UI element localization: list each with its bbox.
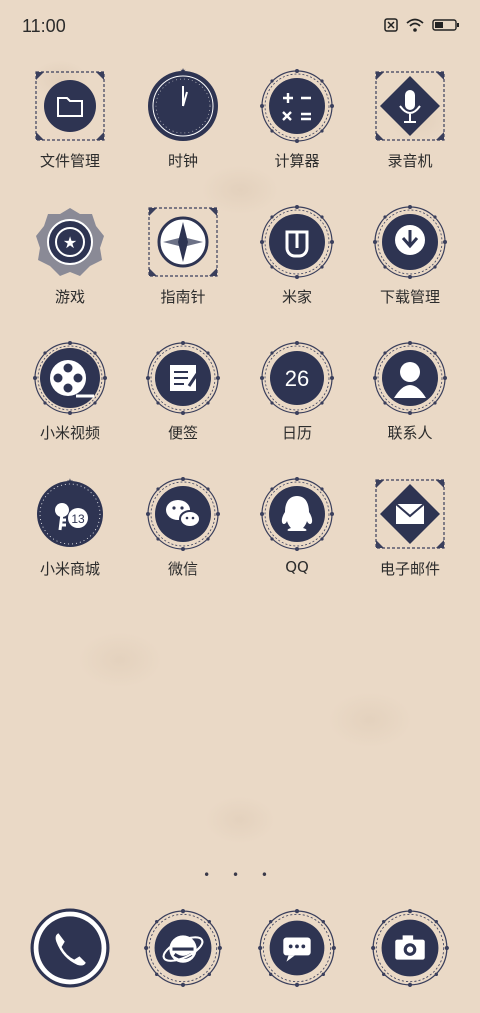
camera-icon (370, 908, 450, 988)
app-label: 录音机 (387, 152, 433, 170)
clock-icon: ★ (148, 68, 218, 141)
app-label: 微信 (167, 560, 198, 578)
svg-text:★: ★ (180, 68, 186, 75)
status-bar: 11:00 (0, 0, 480, 52)
app-compass[interactable]: 指南针 (128, 204, 238, 307)
shopping-icon: ★ 13 (37, 477, 103, 547)
notepad-icon (145, 340, 221, 416)
app-email[interactable]: 电子邮件 (355, 476, 465, 579)
app-label: 时钟 (167, 152, 198, 170)
app-recorder[interactable]: 录音机 (355, 68, 465, 171)
app-notes[interactable]: 便签 (128, 340, 238, 443)
app-label: 联系人 (387, 424, 433, 442)
store-badge: 13 (71, 512, 85, 526)
dock-messages[interactable] (242, 908, 352, 988)
app-clock[interactable]: ★ 时钟 (128, 68, 238, 171)
app-label: 米家 (281, 288, 312, 306)
app-mi-store[interactable]: ★ 13 小米商城 (15, 476, 125, 579)
app-label: 文件管理 (39, 152, 100, 170)
download-icon (372, 204, 448, 280)
status-time: 11:00 (22, 16, 66, 36)
microphone-icon (375, 71, 445, 141)
app-contacts[interactable]: 联系人 (355, 340, 465, 443)
wechat-icon (145, 476, 221, 552)
dock-phone[interactable] (15, 908, 125, 988)
dock-camera[interactable] (355, 908, 465, 988)
app-qq[interactable]: QQ (242, 476, 352, 576)
app-mijia[interactable]: 米家 (242, 204, 352, 307)
app-wechat[interactable]: 微信 (128, 476, 238, 579)
messages-icon (257, 908, 337, 988)
app-file-manager[interactable]: 文件管理 (15, 68, 125, 171)
browser-icon (143, 908, 223, 988)
qq-icon (259, 476, 335, 552)
app-label: 小米视频 (39, 424, 100, 442)
calendar-icon: 26 (259, 340, 335, 416)
app-download-manager[interactable]: 下载管理 (355, 204, 465, 307)
page-indicator[interactable]: • • • (0, 868, 480, 882)
battery-icon (432, 19, 459, 31)
dock-browser[interactable] (128, 908, 238, 988)
email-icon (375, 479, 445, 549)
app-mi-video[interactable]: 小米视频 (15, 340, 125, 443)
app-label: 小米商城 (39, 560, 100, 578)
sim-off-icon (384, 18, 398, 32)
app-label: 指南针 (160, 288, 206, 306)
status-icons (384, 18, 460, 32)
app-label: 游戏 (54, 288, 85, 306)
compass-icon (148, 207, 218, 277)
calculator-icon (259, 68, 335, 144)
app-calendar[interactable]: 26 日历 (242, 340, 352, 443)
dock (0, 908, 480, 992)
app-games[interactable]: ★ 游戏 (15, 204, 125, 307)
calendar-date: 26 (285, 366, 309, 391)
app-label: 下载管理 (379, 288, 440, 306)
mijia-icon (259, 204, 335, 280)
wifi-icon (406, 18, 424, 32)
app-calculator[interactable]: 计算器 (242, 68, 352, 171)
svg-text:★: ★ (66, 477, 73, 486)
app-label: 电子邮件 (379, 560, 440, 578)
film-reel-icon (32, 340, 108, 416)
svg-text:★: ★ (63, 233, 77, 252)
contact-icon (372, 340, 448, 416)
app-label: 计算器 (274, 152, 320, 170)
phone-icon (30, 908, 110, 988)
star-shield-icon: ★ (36, 208, 104, 276)
app-label: 便签 (167, 424, 198, 442)
folder-icon (35, 71, 105, 141)
app-label: 日历 (281, 424, 312, 442)
app-label: QQ (285, 558, 309, 576)
